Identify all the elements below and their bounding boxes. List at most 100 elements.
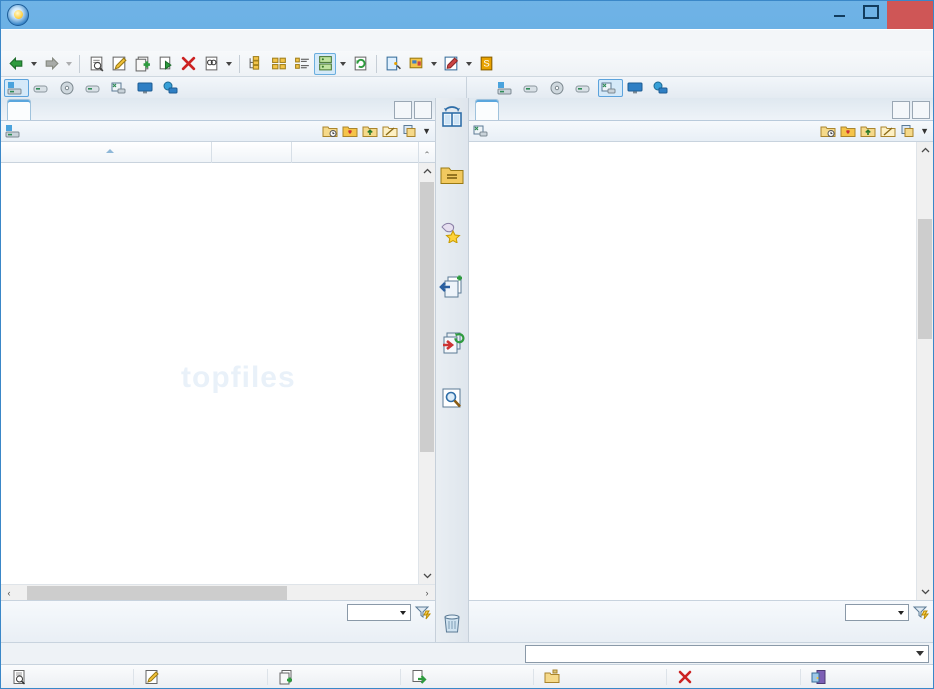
left-hscroll-right-button[interactable]: ›	[419, 588, 435, 598]
favorites-icon[interactable]	[342, 124, 358, 138]
drive-left-1[interactable]	[160, 79, 185, 97]
close-button[interactable]	[887, 1, 933, 29]
swap-panels-icon[interactable]	[437, 102, 467, 132]
favorites-icon[interactable]	[840, 124, 856, 138]
menu-edit[interactable]	[29, 39, 45, 43]
editor-dropdown-icon[interactable]	[463, 53, 474, 75]
left-path-dropdown-icon[interactable]: ▼	[422, 126, 431, 136]
search-files-icon[interactable]	[200, 53, 222, 75]
view-file-icon[interactable]	[85, 53, 107, 75]
folder-tree-icon[interactable]	[245, 53, 267, 75]
menu-view[interactable]	[83, 39, 99, 43]
right-filter-combo[interactable]	[845, 604, 909, 621]
drive-left-i[interactable]	[82, 79, 107, 97]
right-scroll-thumb[interactable]	[918, 219, 932, 339]
left-file-list[interactable]	[1, 163, 418, 584]
fkey-f5-copy[interactable]	[268, 668, 401, 685]
right-path-row[interactable]: ▼	[469, 120, 933, 142]
right-scroll-down-button[interactable]	[917, 583, 933, 600]
menu-favorites[interactable]	[65, 39, 81, 43]
drive-right-d[interactable]	[520, 79, 545, 97]
open-folder-icon[interactable]	[382, 124, 398, 138]
same-folder-icon[interactable]	[437, 160, 467, 190]
settings-dropdown-icon[interactable]	[428, 53, 439, 75]
history-folder-icon[interactable]	[322, 124, 338, 138]
right-scroll-track[interactable]	[917, 159, 933, 583]
fkey-f3-view[interactable]	[1, 668, 135, 685]
left-hscroll-track[interactable]	[17, 585, 419, 601]
drive-left-0[interactable]	[134, 79, 159, 97]
right-tab-photos[interactable]	[475, 99, 499, 120]
fkey-del-delete[interactable]	[667, 668, 801, 685]
left-col-modified[interactable]	[291, 141, 418, 163]
left-scroll-track[interactable]	[419, 180, 435, 567]
forward-dropdown-icon[interactable]	[63, 53, 74, 75]
left-tab-cos[interactable]	[7, 99, 31, 120]
settings-icon[interactable]	[405, 53, 427, 75]
menu-folder[interactable]	[47, 39, 63, 43]
open-folder-icon[interactable]	[880, 124, 896, 138]
maximize-button[interactable]	[855, 1, 887, 23]
drive-left-e[interactable]	[56, 79, 81, 97]
drive-left-n[interactable]	[108, 79, 133, 97]
recycle-bin-icon[interactable]	[437, 608, 467, 638]
left-horizontal-scrollbar[interactable]: ‹ ›	[1, 584, 435, 600]
left-scroll-down-button[interactable]	[419, 567, 435, 584]
left-tab-close-button[interactable]	[414, 101, 432, 119]
right-scroll-up-button[interactable]	[917, 142, 933, 159]
drive-right-i[interactable]	[572, 79, 597, 97]
right-vertical-scrollbar[interactable]	[916, 142, 933, 600]
copy-file-icon[interactable]	[131, 53, 153, 75]
edit-file-icon[interactable]	[108, 53, 130, 75]
favorites-star-icon[interactable]	[437, 216, 467, 246]
up-folder-icon[interactable]	[860, 124, 876, 138]
refresh-icon[interactable]	[349, 53, 371, 75]
filter-icon[interactable]	[912, 604, 930, 621]
copy-to-left-icon[interactable]	[437, 272, 467, 302]
thumbnail-view-icon[interactable]	[314, 52, 336, 75]
drive-right-1[interactable]	[650, 79, 675, 97]
fkey-f6-move[interactable]	[401, 668, 535, 685]
copy-path-icon[interactable]	[402, 124, 418, 138]
back-icon[interactable]	[5, 53, 27, 75]
drive-left-d[interactable]	[30, 79, 55, 97]
right-tab-close-button[interactable]	[912, 101, 930, 119]
move-file-icon[interactable]	[154, 53, 176, 75]
fkey-f4-edit[interactable]	[134, 668, 268, 685]
drive-left-c[interactable]	[4, 78, 29, 97]
menu-tools[interactable]	[101, 39, 117, 43]
compare-folders-icon[interactable]	[437, 384, 467, 414]
open-with-icon[interactable]	[382, 53, 404, 75]
right-tab-menu-button[interactable]	[892, 101, 910, 119]
left-header-scroll-up-icon[interactable]	[418, 141, 435, 163]
copy-path-icon[interactable]	[900, 124, 916, 138]
forward-icon[interactable]	[40, 53, 62, 75]
left-col-name[interactable]	[1, 142, 211, 163]
thumbnail-grid[interactable]	[469, 142, 916, 600]
right-path-dropdown-icon[interactable]: ▼	[920, 126, 929, 136]
filter-icon[interactable]	[414, 604, 432, 621]
drive-right-c[interactable]	[494, 79, 519, 97]
menu-file[interactable]	[11, 39, 27, 43]
left-filter-combo[interactable]	[347, 604, 411, 621]
move-to-right-icon[interactable]	[437, 328, 467, 358]
up-folder-icon[interactable]	[362, 124, 378, 138]
branch-view-icon[interactable]	[268, 53, 290, 75]
back-dropdown-icon[interactable]	[28, 53, 39, 75]
left-path-row[interactable]: ▼	[1, 120, 435, 142]
left-hscroll-thumb[interactable]	[27, 585, 287, 600]
delete-file-icon[interactable]	[177, 53, 199, 75]
fkey-altf4-exit[interactable]	[801, 669, 933, 685]
drive-right-0[interactable]	[624, 79, 649, 97]
drive-right-n[interactable]	[598, 78, 623, 97]
script-icon[interactable]: S	[475, 53, 497, 75]
left-scroll-thumb[interactable]	[420, 182, 434, 452]
menu-help[interactable]	[119, 39, 135, 43]
left-vertical-scrollbar[interactable]	[418, 163, 435, 584]
left-scroll-up-button[interactable]	[419, 163, 435, 180]
view-dropdown-icon[interactable]	[337, 53, 348, 75]
history-folder-icon[interactable]	[820, 124, 836, 138]
editor-icon[interactable]	[440, 53, 462, 75]
left-col-size[interactable]	[211, 141, 291, 163]
left-tab-menu-button[interactable]	[394, 101, 412, 119]
